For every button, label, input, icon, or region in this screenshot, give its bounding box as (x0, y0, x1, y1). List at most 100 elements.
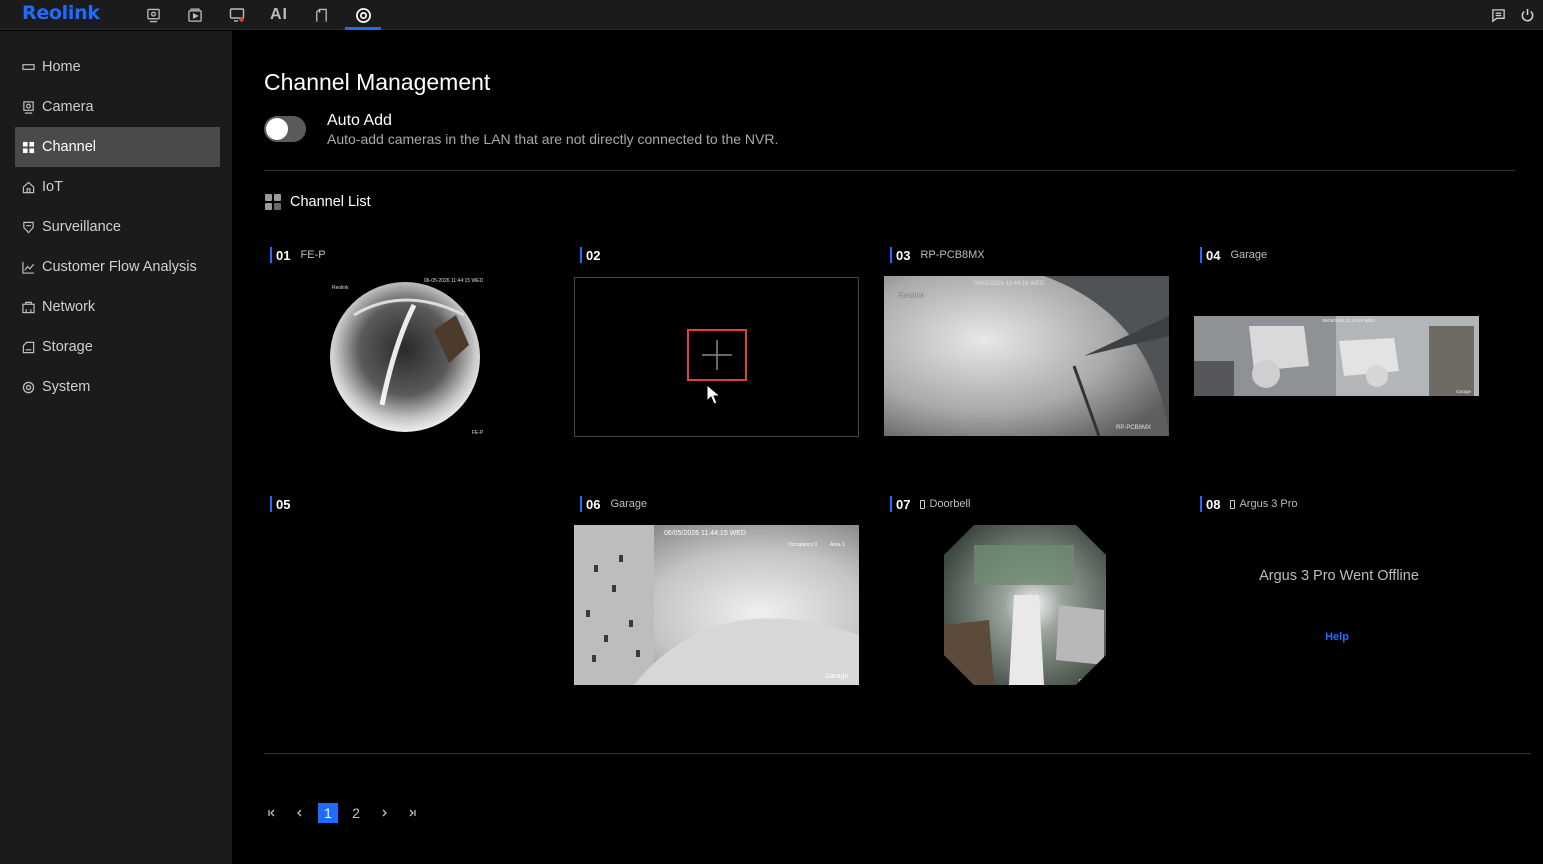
channel-thumbnail[interactable]: Reolink 06-05-2026 11:44:15 WED FE-P (264, 275, 549, 440)
sidebar-item-network[interactable]: Network (15, 287, 220, 327)
sidebar-item-label: Storage (42, 339, 93, 355)
channel-name-with-battery: Argus 3 Pro (1230, 498, 1298, 510)
channel-number: 07 (896, 496, 911, 512)
channel-card-07[interactable]: 07 Doorbell Doorbell (884, 496, 1184, 716)
help-link[interactable]: Help (1194, 631, 1480, 643)
plus-icon (702, 340, 732, 370)
channel-header: 05 (270, 496, 300, 512)
sidebar-item-label: Network (42, 299, 96, 315)
section-divider (264, 170, 1515, 171)
overlay-label: Garage (1456, 389, 1472, 394)
sidebar-item-channel[interactable]: Channel (15, 127, 220, 167)
house-icon (21, 180, 35, 194)
sidebar-item-surveillance[interactable]: Surveillance (15, 207, 220, 247)
channel-card-08[interactable]: 08 Argus 3 Pro Argus 3 Pro Went Offline … (1194, 496, 1494, 716)
overlay-timestamp: 06/05/2026 11:44:15 WED (664, 530, 746, 537)
nav-smart[interactable] (300, 0, 342, 30)
sidebar-item-label: Surveillance (42, 219, 121, 235)
sidebar-item-label: System (42, 379, 91, 395)
channel-card-06[interactable]: 06 Garage 06/05/2026 11:44:15 WED Occupa… (574, 496, 874, 716)
channel-list-label: Channel List (290, 194, 371, 210)
channel-number: 02 (586, 247, 601, 263)
top-navigation: AI (132, 0, 384, 30)
overlay-timestamp: 06/05/2026 11:44:15 WED (1322, 318, 1375, 323)
battery-icon (1230, 499, 1236, 509)
channel-header: 07 Doorbell (890, 496, 970, 512)
channel-name-with-battery: Doorbell (920, 498, 970, 510)
sidebar-item-label: Camera (42, 99, 94, 115)
first-page-button[interactable] (262, 803, 282, 823)
channel-thumbnail[interactable]: 06/05/2026 11:44:15 WED Occupancy 0 Area… (574, 525, 859, 685)
chart-icon (21, 260, 35, 274)
add-camera-button[interactable] (687, 329, 747, 381)
sidebar-item-label: Channel (42, 139, 97, 155)
page-title: Channel Management (264, 69, 491, 95)
nav-alerts[interactable] (216, 0, 258, 30)
sidebar-item-label: Home (42, 59, 81, 75)
channel-thumbnail[interactable]: Doorbell (944, 525, 1106, 685)
channel-list-icon (265, 194, 282, 210)
reolink-logo[interactable]: Reolink (22, 2, 100, 24)
channel-name: Garage (1230, 249, 1268, 261)
channel-name: Garage (610, 498, 648, 510)
system-icon (21, 380, 35, 394)
nav-playback[interactable] (174, 0, 216, 30)
toggle-knob (266, 118, 288, 140)
channel-grid-icon (21, 140, 35, 154)
overlay-brand: Reolink (898, 291, 926, 300)
channel-header: 03 RP-PCB8MX (890, 247, 985, 263)
channel-header: 04 Garage (1200, 247, 1267, 263)
battery-icon (920, 499, 926, 509)
channel-number: 03 (896, 247, 911, 263)
page-1-button[interactable]: 1 (318, 803, 338, 823)
overlay-area: Area 1 (830, 542, 845, 548)
auto-add-toggle[interactable] (264, 116, 306, 142)
channel-thumbnail[interactable]: 06/05/2026 11:44:16 WED Reolink RP-PCB8M… (884, 276, 1169, 436)
main-content: Channel Management Auto Add Auto-add cam… (232, 31, 1543, 864)
monitor-icon (146, 8, 160, 22)
sidebar-item-camera[interactable]: Camera (15, 87, 220, 127)
chevron-left-icon (297, 809, 302, 817)
channel-card-01[interactable]: 01 FE-P Reolink 06-05-2026 11:44:15 WED … (264, 247, 564, 467)
page-2-button[interactable]: 2 (346, 803, 366, 823)
sidebar-item-customer-flow[interactable]: Customer Flow Analysis (15, 247, 220, 287)
overlay-timestamp: 06/05/2026 11:44:16 WED (974, 281, 1045, 287)
ai-label: AI (270, 6, 288, 23)
top-right-actions (1491, 0, 1535, 30)
sidebar-item-iot[interactable]: IoT (15, 167, 220, 207)
channel-name: RP-PCB8MX (920, 249, 985, 261)
channel-thumbnail[interactable]: 06/05/2026 11:44:15 WED Garage (1194, 316, 1479, 396)
channel-card-02[interactable]: 02 (574, 247, 874, 467)
sidebar-item-system[interactable]: System (15, 367, 220, 407)
channel-card-03[interactable]: 03 RP-PCB8MX 06/05/2026 11:44:16 WED Reo… (884, 247, 1184, 467)
empty-channel-slot[interactable] (574, 277, 859, 437)
overlay-label: Garage (825, 673, 848, 680)
offline-message: Argus 3 Pro Went Offline (1259, 568, 1419, 584)
overlay-timestamp: 06-05-2026 11:44:15 WED (424, 278, 484, 284)
channel-card-04[interactable]: 04 Garage 06/05/2026 11:44:15 WED Garage (1194, 247, 1494, 467)
last-page-button[interactable] (402, 803, 422, 823)
pagination: 1 2 (262, 803, 430, 823)
sidebar-item-storage[interactable]: Storage (15, 327, 220, 367)
auto-add-label: Auto Add (327, 112, 392, 129)
prev-page-button[interactable] (290, 803, 310, 823)
sidebar-menu: Home Camera Channel IoT Surveillance Cus… (0, 31, 232, 407)
power-icon[interactable] (1520, 8, 1535, 23)
channel-header: 08 Argus 3 Pro (1200, 496, 1298, 512)
next-page-button[interactable] (374, 803, 394, 823)
nav-settings[interactable] (342, 0, 384, 30)
channel-name: Doorbell (929, 498, 971, 510)
nav-ai[interactable]: AI (258, 0, 300, 30)
nav-live-view[interactable] (132, 0, 174, 30)
channel-number: 05 (276, 496, 291, 512)
alert-screen-icon (229, 8, 245, 22)
top-bar: Reolink AI (0, 0, 1543, 30)
sidebar-item-home[interactable]: Home (15, 47, 220, 87)
message-icon[interactable] (1491, 8, 1506, 23)
network-icon (21, 300, 35, 314)
channel-number: 06 (586, 496, 601, 512)
channel-card-05[interactable]: 05 (264, 496, 564, 716)
overlay-label: Doorbell (1079, 678, 1096, 683)
channel-header: 02 (580, 247, 610, 263)
channel-number: 08 (1206, 496, 1221, 512)
